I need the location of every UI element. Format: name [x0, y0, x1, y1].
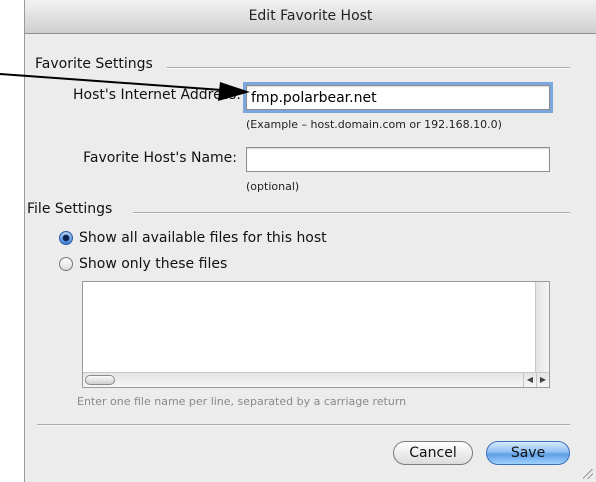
- annotation-arrow-icon: [0, 73, 250, 101]
- annotation-arrow-line: [0, 73, 223, 91]
- annotation-arrow-head: [218, 82, 250, 101]
